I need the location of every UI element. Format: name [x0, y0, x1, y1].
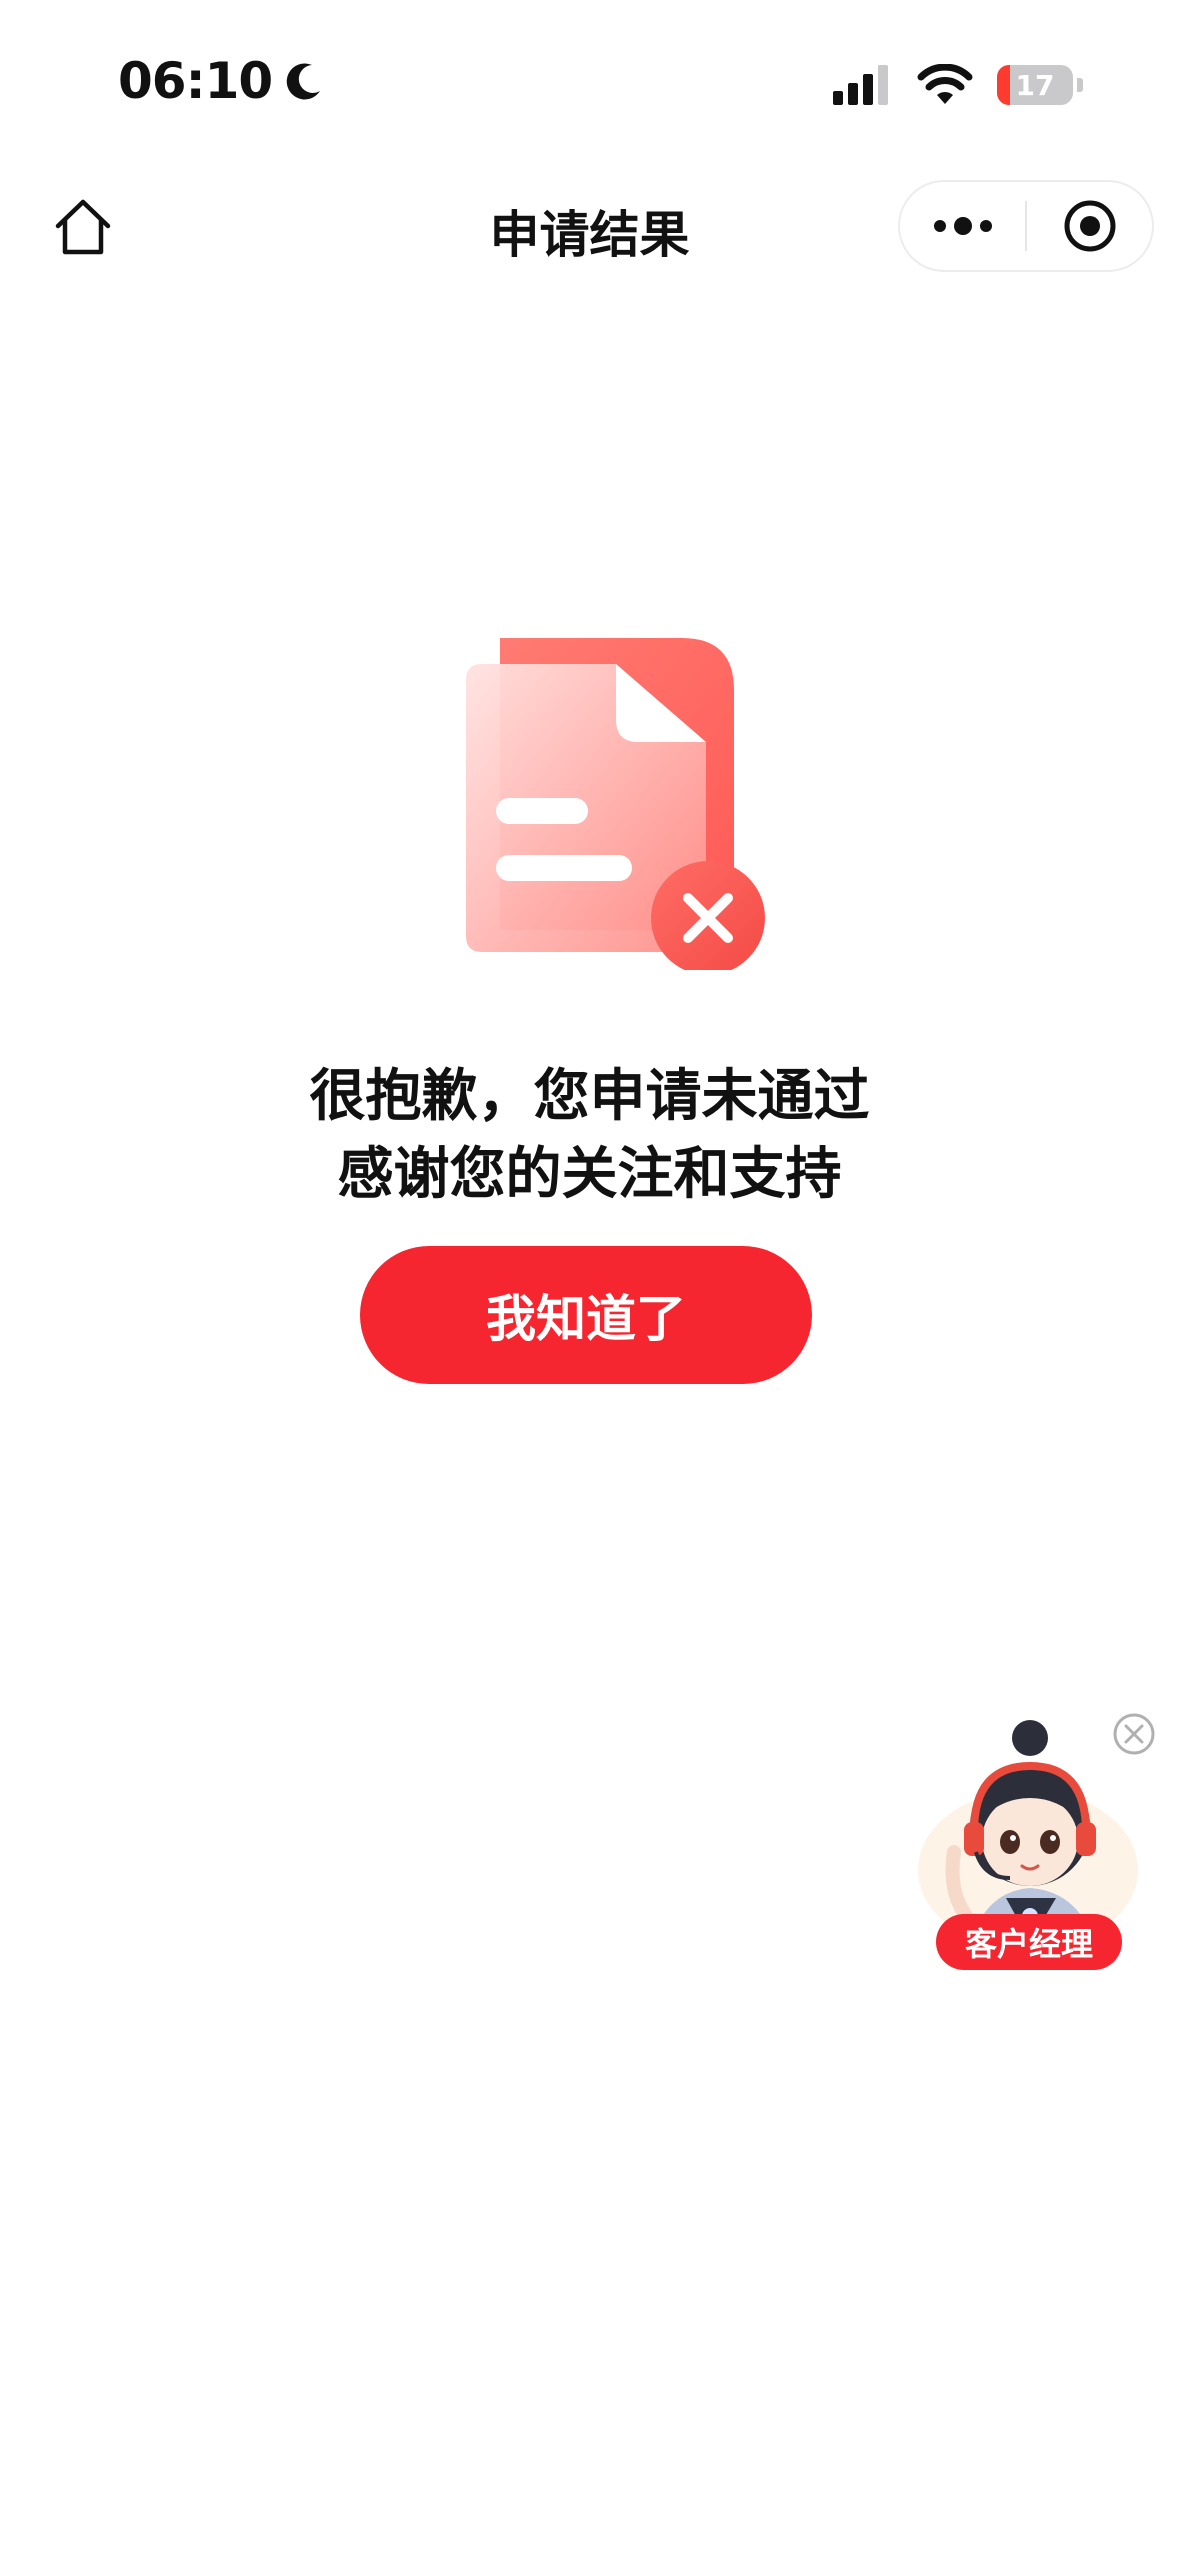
battery-indicator: 17 [997, 65, 1073, 105]
moon-icon [286, 63, 321, 100]
signal-icon [833, 65, 888, 105]
status-time: 06:10 [118, 52, 326, 110]
battery-cap [1077, 78, 1083, 92]
application-result-page: 06:10 17 申请结果 很抱歉，您申请未通过 感谢您的关注和支持 我知道了 … [0, 0, 1179, 2556]
status-indicators: 17 [833, 64, 1083, 106]
target-icon [1064, 200, 1115, 252]
status-time-text: 06:10 [118, 52, 273, 110]
customer-manager-label[interactable]: 客户经理 [936, 1914, 1122, 1970]
result-message: 很抱歉，您申请未通过 感谢您的关注和支持 [0, 1058, 1179, 1214]
battery-percent: 17 [1015, 68, 1055, 102]
more-button[interactable] [900, 182, 1025, 270]
result-message-line2: 感谢您的关注和支持 [337, 1142, 842, 1207]
result-message-line1: 很抱歉，您申请未通过 [309, 1064, 870, 1129]
close-miniprogram-button[interactable] [1027, 182, 1152, 270]
document-rejected-icon [466, 638, 765, 970]
more-icon [933, 217, 992, 235]
mini-program-capsule [898, 180, 1154, 272]
wifi-icon [917, 64, 973, 104]
close-circle-icon[interactable] [1112, 1712, 1156, 1756]
acknowledge-button[interactable]: 我知道了 [360, 1246, 812, 1384]
